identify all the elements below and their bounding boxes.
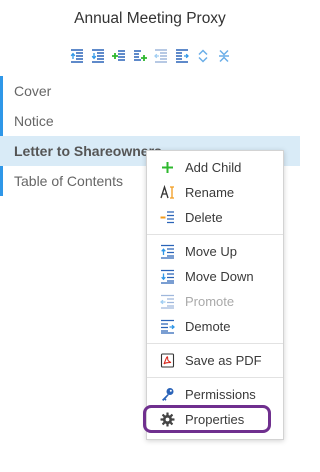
move-down-icon [159, 268, 175, 284]
menu-item-permissions[interactable]: Permissions [147, 383, 283, 405]
delete-icon [159, 209, 175, 225]
promote-icon[interactable] [153, 48, 169, 64]
menu-item-label: Properties [185, 411, 245, 427]
outline-toolbar [0, 48, 300, 66]
context-menu: Add Child Rename Delete Move Up Move Dow… [146, 150, 284, 440]
menu-item-label: Permissions [185, 386, 256, 402]
menu-separator [147, 377, 283, 378]
rename-icon [159, 184, 175, 200]
menu-item-properties[interactable]: Properties [147, 408, 283, 430]
plus-icon [159, 159, 175, 175]
menu-separator [147, 343, 283, 344]
demote-icon [159, 318, 175, 334]
tree-item-notice[interactable]: Notice [0, 106, 300, 136]
panel-title: Annual Meeting Proxy [74, 10, 226, 27]
menu-item-move-up[interactable]: Move Up [147, 240, 283, 262]
menu-item-save-as-pdf[interactable]: Save as PDF [147, 349, 283, 371]
menu-item-promote[interactable]: Promote [147, 290, 283, 312]
move-down-icon[interactable] [90, 48, 106, 64]
menu-item-label: Delete [185, 209, 223, 225]
collapse-all-icon[interactable] [216, 48, 232, 64]
menu-item-label: Move Up [185, 243, 238, 259]
add-child-icon[interactable] [111, 48, 127, 64]
expand-all-icon[interactable] [195, 48, 211, 64]
key-icon [159, 386, 175, 402]
menu-item-label: Add Child [185, 159, 242, 175]
menu-separator [147, 234, 283, 235]
menu-item-label: Move Down [185, 268, 254, 284]
move-up-icon[interactable] [69, 48, 85, 64]
menu-item-delete[interactable]: Delete [147, 206, 283, 228]
menu-item-label: Save as PDF [185, 352, 262, 368]
promote-icon [159, 293, 175, 309]
tree-item-cover[interactable]: Cover [0, 76, 300, 106]
menu-item-label: Rename [185, 184, 235, 200]
menu-item-label: Demote [185, 318, 231, 334]
demote-icon[interactable] [174, 48, 190, 64]
gear-icon [159, 411, 175, 427]
pdf-icon [159, 352, 175, 368]
menu-item-rename[interactable]: Rename [147, 181, 283, 203]
add-sibling-icon[interactable] [132, 48, 148, 64]
menu-item-add-child[interactable]: Add Child [147, 156, 283, 178]
move-up-icon [159, 243, 175, 259]
menu-item-label: Promote [185, 293, 235, 309]
menu-item-demote[interactable]: Demote [147, 315, 283, 337]
menu-item-move-down[interactable]: Move Down [147, 265, 283, 287]
